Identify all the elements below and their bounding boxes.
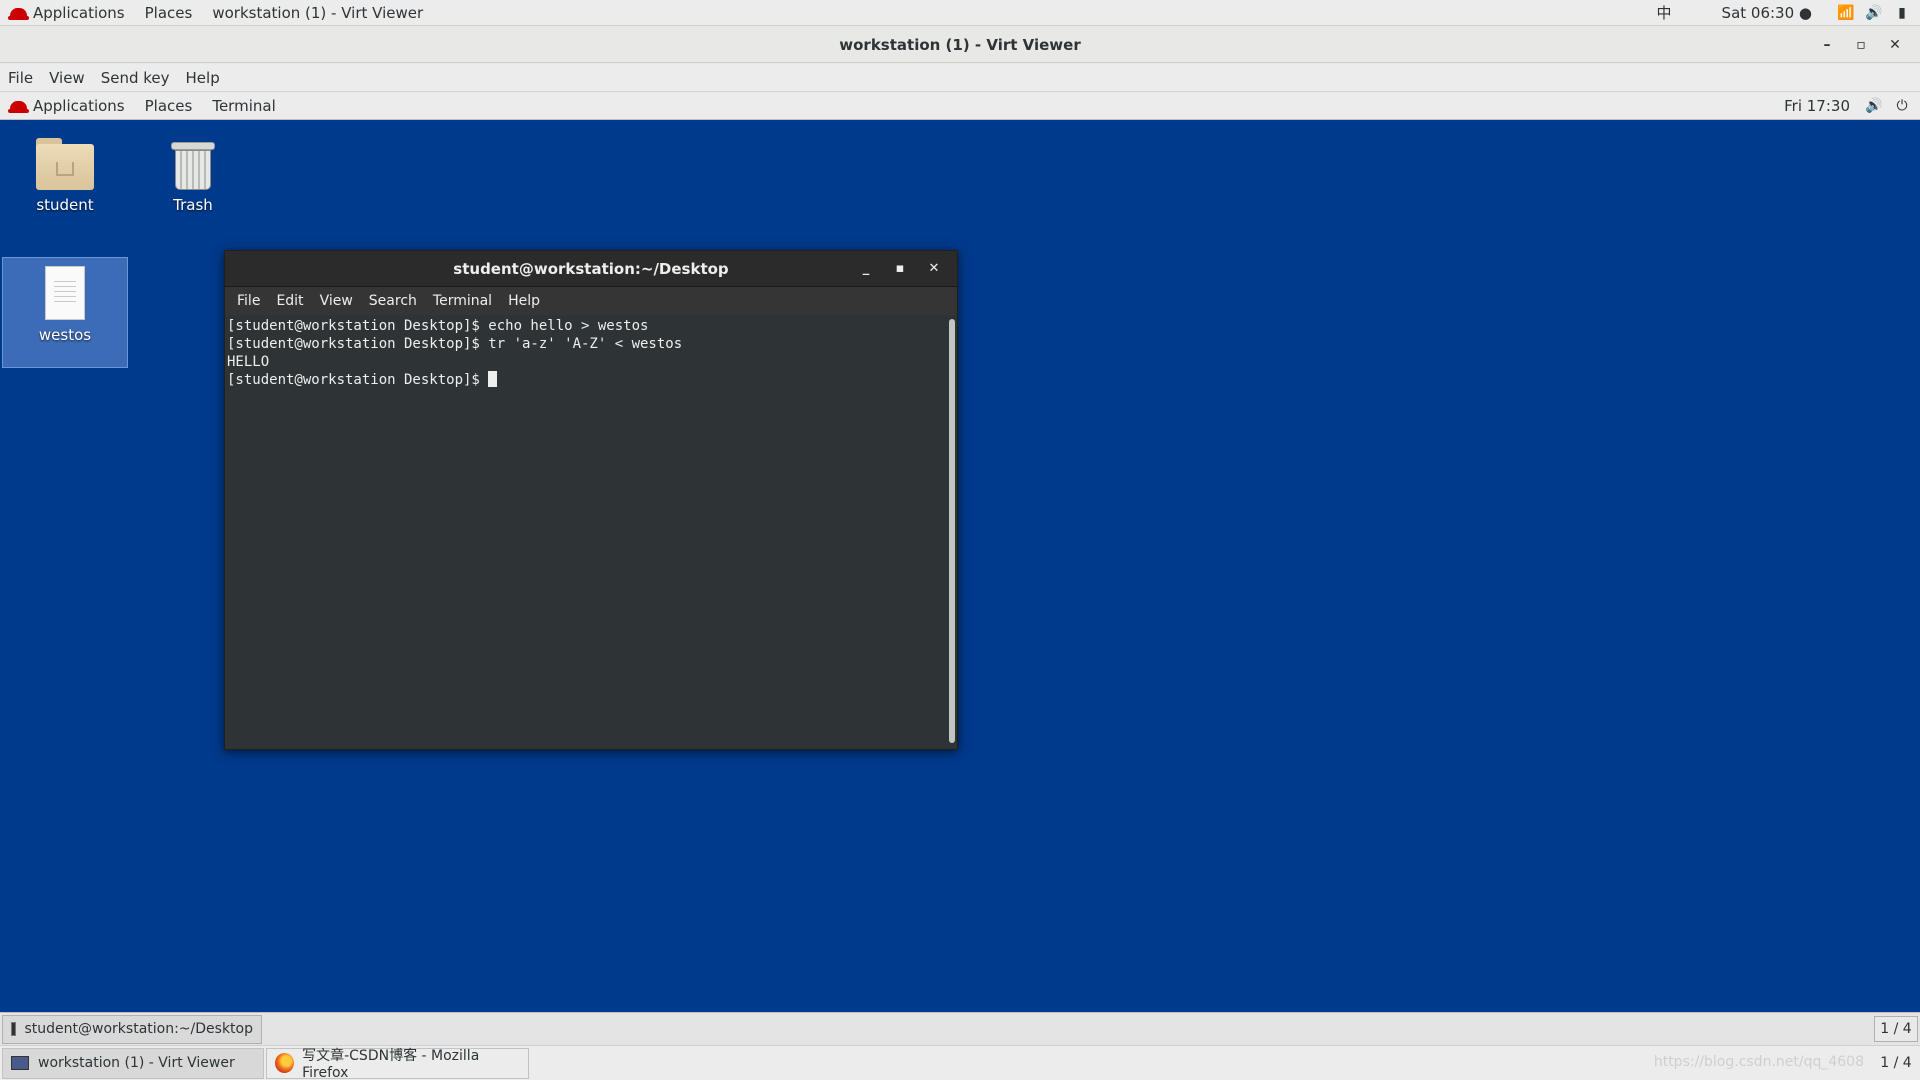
- guest-task-label: student@workstation:~/Desktop: [24, 1021, 253, 1037]
- terminal-titlebar[interactable]: student@workstation:~/Desktop _ ▪ ✕: [225, 251, 957, 287]
- guest-places-menu[interactable]: Places: [135, 97, 203, 115]
- terminal-menubar: File Edit View Search Terminal Help: [225, 287, 957, 315]
- monitor-icon: [11, 1056, 29, 1070]
- power-icon[interactable]: ⏻: [1888, 98, 1916, 114]
- minimize-icon[interactable]: _: [849, 251, 883, 287]
- viewer-menubar: File View Send key Help: [0, 64, 1920, 92]
- guest-bottom-panel: student@workstation:~/Desktop 1 / 4: [0, 1012, 1920, 1045]
- firefox-icon: [275, 1053, 295, 1073]
- maximize-icon[interactable]: ▫: [1844, 27, 1878, 63]
- maximize-icon[interactable]: ▪: [883, 251, 917, 287]
- desktop-icon-label: Trash: [173, 196, 213, 214]
- terminal-menu-help[interactable]: Help: [500, 293, 548, 309]
- home-folder-icon: [36, 138, 94, 190]
- terminal-menu-search[interactable]: Search: [361, 293, 425, 309]
- terminal-menu-edit[interactable]: Edit: [268, 293, 311, 309]
- terminal-scrollbar[interactable]: [949, 319, 955, 743]
- desktop-icon-trash[interactable]: Trash: [130, 120, 256, 230]
- trash-icon: [171, 138, 215, 190]
- text-cursor: [488, 371, 498, 387]
- host-active-window-label[interactable]: workstation (1) - Virt Viewer: [202, 0, 433, 26]
- host-top-panel: Applications Places workstation (1) - Vi…: [0, 0, 1920, 26]
- terminal-line: HELLO: [227, 354, 270, 370]
- terminal-line: [student@workstation Desktop]$ echo hell…: [227, 318, 649, 334]
- input-method-indicator[interactable]: 中: [1647, 0, 1682, 26]
- host-task-label: workstation (1) - Virt Viewer: [38, 1055, 235, 1071]
- volume-icon[interactable]: 🔊: [1860, 5, 1888, 21]
- wifi-icon[interactable]: 📶: [1832, 5, 1860, 21]
- terminal-icon: [11, 1022, 16, 1036]
- host-task-virt-viewer[interactable]: workstation (1) - Virt Viewer: [2, 1047, 264, 1079]
- desktop-icon-student[interactable]: student: [2, 120, 128, 230]
- host-task-firefox[interactable]: 写文章-CSDN博客 - Mozilla Firefox: [266, 1047, 529, 1080]
- host-places-menu[interactable]: Places: [135, 0, 203, 26]
- terminal-menu-view[interactable]: View: [312, 293, 361, 309]
- terminal-menu-file[interactable]: File: [229, 293, 268, 309]
- guest-top-panel: Applications Places Terminal Fri 17:30 🔊…: [0, 93, 1920, 120]
- host-task-label: 写文章-CSDN博客 - Mozilla Firefox: [302, 1048, 480, 1080]
- desktop-icon-label: westos: [38, 326, 92, 344]
- viewer-menu-send-key[interactable]: Send key: [93, 69, 178, 87]
- guest-applications-menu[interactable]: Applications: [0, 97, 135, 115]
- guest-task-terminal[interactable]: student@workstation:~/Desktop: [2, 1014, 262, 1044]
- host-applications-menu[interactable]: Applications: [0, 0, 135, 26]
- host-clock[interactable]: Sat 06:30 ●: [1712, 0, 1822, 26]
- terminal-window[interactable]: student@workstation:~/Desktop _ ▪ ✕ File…: [224, 250, 958, 750]
- viewer-titlebar: workstation (1) - Virt Viewer – ▫ ✕: [0, 27, 1920, 63]
- terminal-menu-terminal[interactable]: Terminal: [425, 293, 500, 309]
- viewer-title: workstation (1) - Virt Viewer: [839, 36, 1081, 54]
- guest-workspace-pager[interactable]: 1 / 4: [1874, 1016, 1918, 1042]
- terminal-line: [student@workstation Desktop]$ tr 'a-z' …: [227, 336, 683, 352]
- close-icon[interactable]: ✕: [917, 251, 951, 287]
- viewer-menu-view[interactable]: View: [41, 69, 93, 87]
- close-icon[interactable]: ✕: [1878, 27, 1912, 63]
- host-workspace-pager[interactable]: 1 / 4: [1874, 1050, 1918, 1076]
- terminal-prompt: [student@workstation Desktop]$: [227, 372, 489, 388]
- desktop-icon-westos[interactable]: westos: [2, 257, 128, 368]
- minimize-icon[interactable]: –: [1810, 27, 1844, 63]
- guest-applications-label: Applications: [33, 97, 125, 115]
- text-file-icon: [45, 266, 85, 320]
- viewer-menu-help[interactable]: Help: [178, 69, 228, 87]
- viewer-menu-file[interactable]: File: [0, 69, 41, 87]
- volume-icon[interactable]: 🔊: [1860, 98, 1888, 114]
- battery-icon[interactable]: ▮: [1888, 5, 1916, 21]
- guest-clock[interactable]: Fri 17:30: [1774, 97, 1860, 115]
- terminal-prompt-line[interactable]: [student@workstation Desktop]$: [227, 371, 943, 389]
- desktop-icon-label: student: [36, 196, 94, 214]
- watermark-text: https://blog.csdn.net/qq_4608: [1653, 1054, 1864, 1070]
- redhat-logo-icon: [8, 101, 29, 113]
- host-applications-label: Applications: [33, 3, 125, 22]
- terminal-output[interactable]: [student@workstation Desktop]$ echo hell…: [225, 315, 957, 749]
- guest-terminal-menu[interactable]: Terminal: [202, 97, 285, 115]
- terminal-title: student@workstation:~/Desktop: [453, 260, 729, 278]
- host-bottom-panel: workstation (1) - Virt Viewer 写文章-CSDN博客…: [0, 1045, 1920, 1080]
- redhat-logo-icon: [8, 7, 29, 20]
